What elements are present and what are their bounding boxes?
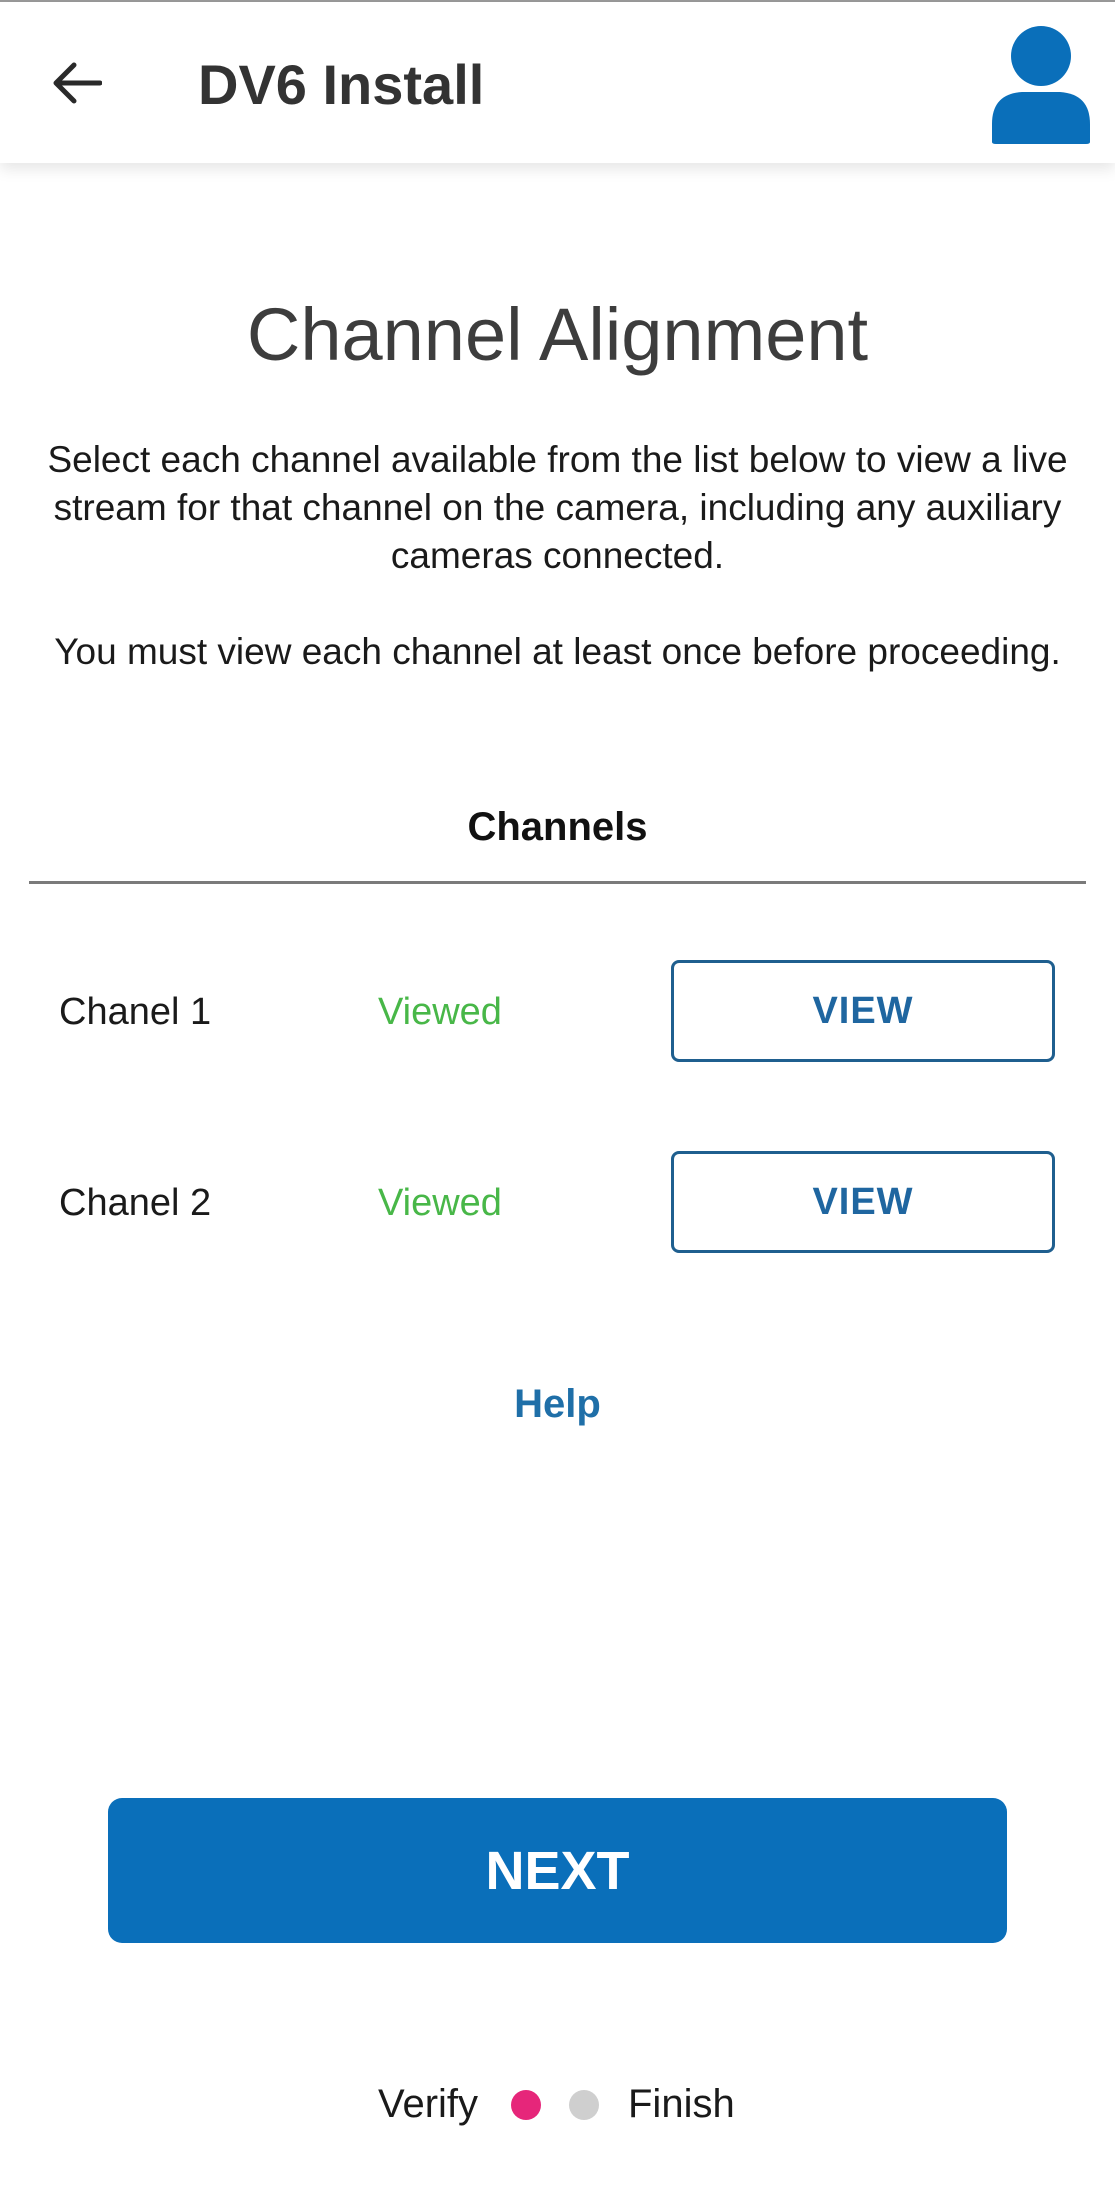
page-title: Channel Alignment <box>246 293 869 376</box>
requirement-text: You must view each channel at least once… <box>54 631 1061 672</box>
arrow-left-icon <box>53 62 102 104</box>
instructions-text: Select each channel available from the l… <box>47 439 1068 576</box>
channel-status: Viewed <box>378 1182 502 1224</box>
channel-status: Viewed <box>378 991 502 1033</box>
channel-name: Chanel 1 <box>59 991 212 1033</box>
channel-name: Chanel 2 <box>59 1182 212 1224</box>
step-dot-inactive <box>569 2090 599 2120</box>
view-channel-1-button[interactable]: VIEW <box>671 960 1055 1062</box>
user-icon <box>992 26 1090 144</box>
next-button[interactable]: NEXT <box>108 1798 1007 1943</box>
step-verify-label: Verify <box>378 2082 479 2126</box>
channels-divider <box>29 881 1086 884</box>
step-finish-label: Finish <box>628 2082 735 2126</box>
help-link[interactable]: Help <box>0 1376 1115 1432</box>
view-channel-2-button[interactable]: VIEW <box>671 1151 1055 1253</box>
app-title: DV6 Install <box>198 53 485 116</box>
back-button[interactable] <box>40 47 112 119</box>
channels-heading: Channels <box>467 805 648 849</box>
step-dot-active <box>511 2090 541 2120</box>
app-bar: DV6 Install <box>0 2 1115 163</box>
channel-row: Chanel 1 Viewed VIEW <box>0 960 1115 1064</box>
progress-stepper: Verify Finish <box>0 2074 1115 2134</box>
channel-row: Chanel 2 Viewed VIEW <box>0 1151 1115 1255</box>
profile-button[interactable] <box>986 24 1096 144</box>
